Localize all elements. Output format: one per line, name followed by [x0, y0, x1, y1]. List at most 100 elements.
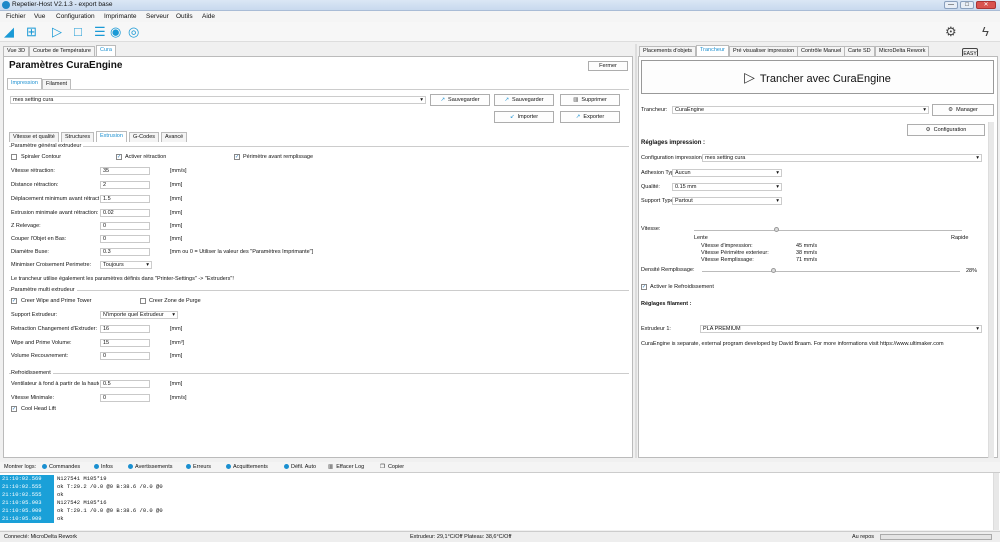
- tab-impression[interactable]: Impression: [7, 78, 42, 89]
- maximize-button[interactable]: □: [960, 1, 974, 9]
- menu-imprimante[interactable]: Imprimante: [104, 13, 137, 20]
- extruder-filament-select[interactable]: PLA PREMIUM: [700, 325, 982, 333]
- minimize-button[interactable]: —: [944, 1, 958, 9]
- stop-icon[interactable]: □: [74, 25, 82, 39]
- log-toolbar: Montrer logs: Commandes Infos Avertissem…: [0, 462, 1000, 472]
- log-filter-warnings[interactable]: Avertissements: [128, 464, 173, 470]
- tab-structures[interactable]: Structures: [61, 132, 95, 142]
- slicer-scrollbar[interactable]: [988, 122, 994, 458]
- cooling-checkbox[interactable]: ✓: [641, 284, 647, 290]
- copy-log-button[interactable]: ❐ Copier: [380, 464, 404, 470]
- log-timestamp: 21:10:05.903: [0, 499, 54, 507]
- log-filter-infos[interactable]: Infos: [94, 464, 113, 470]
- wipe-tower-label: Creer Wipe and Prime Tower: [21, 298, 92, 304]
- unit-label: [mm]: [170, 223, 183, 229]
- tab-temperature[interactable]: Courbe de Température: [29, 46, 95, 56]
- log-list-icon[interactable]: ☰: [94, 25, 106, 39]
- slicer-select[interactable]: CuraEngine: [672, 106, 929, 114]
- manager-button[interactable]: ⚙ Manager: [932, 104, 994, 116]
- print-config-select[interactable]: mes setting cura: [702, 154, 982, 162]
- nozzle-diameter-input[interactable]: 0.3: [100, 248, 150, 256]
- tab-object-placement[interactable]: Placements d'objets: [639, 46, 697, 56]
- z-hop-input[interactable]: 0: [100, 222, 150, 230]
- quality-select[interactable]: 0.15 mm: [672, 183, 782, 191]
- speed-stat-label: Vitesse d'impression:: [701, 243, 753, 249]
- clear-log-button[interactable]: ▥ Effacer Log: [328, 464, 364, 470]
- log-filter-commands[interactable]: Commandes: [42, 464, 80, 470]
- configuration-button[interactable]: ⚙ Configuration: [907, 124, 985, 136]
- min-travel-input[interactable]: 1.5: [100, 195, 150, 203]
- tab-vue3d[interactable]: Vue 3D: [3, 46, 30, 56]
- adhesion-select[interactable]: Aucun: [672, 169, 782, 177]
- tab-printer-name[interactable]: MicroDelta Rework: [875, 46, 930, 56]
- retraction-speed-input[interactable]: 35: [100, 167, 150, 175]
- profile-select[interactable]: mes setting cura: [10, 96, 426, 104]
- slice-button[interactable]: ▷ Trancher avec CuraEngine: [641, 60, 994, 94]
- preview-eye-icon[interactable]: ◎: [128, 25, 139, 39]
- support-type-select[interactable]: Partout: [672, 197, 782, 205]
- menu-vue[interactable]: Vue: [34, 13, 45, 20]
- support-extruder-select[interactable]: N'importe quel Extrudeur: [100, 311, 178, 319]
- log-row: 21:10:02.555 ok: [0, 491, 990, 499]
- spiral-checkbox[interactable]: [11, 154, 17, 160]
- min-speed-input[interactable]: 0: [100, 394, 150, 402]
- comb-select[interactable]: Toujours: [100, 261, 152, 269]
- unit-label: [mm/s]: [170, 168, 187, 174]
- gear-icon[interactable]: ⚙: [945, 25, 957, 39]
- density-slider[interactable]: [702, 271, 960, 272]
- log-scrollbar[interactable]: [993, 473, 999, 530]
- overlap-volume-input[interactable]: 0: [100, 352, 150, 360]
- density-value: 28%: [966, 268, 978, 274]
- tab-sd-card[interactable]: Carte SD: [844, 46, 875, 56]
- wipe-volume-input[interactable]: 15: [100, 339, 150, 347]
- log-filter-acks[interactable]: Acquittements: [226, 464, 268, 470]
- retraction-distance-input[interactable]: 2: [100, 181, 150, 189]
- lightning-icon[interactable]: ϟ: [982, 25, 989, 39]
- perimeter-checkbox[interactable]: ✓: [234, 154, 240, 160]
- tab-cura[interactable]: Cura: [96, 45, 116, 56]
- extruder-switch-retraction-input[interactable]: 16: [100, 325, 150, 333]
- connect-icon[interactable]: ◢: [4, 25, 14, 39]
- speed-slider[interactable]: [694, 230, 962, 231]
- section-line: [9, 373, 629, 374]
- tab-manual-control[interactable]: Contrôle Manuel: [797, 46, 846, 56]
- save-as-button[interactable]: ↗ Sauvegarder: [430, 94, 490, 106]
- run-job-icon[interactable]: ▷: [52, 25, 62, 39]
- tab-avance[interactable]: Avancé: [161, 132, 188, 142]
- menu-fichier[interactable]: Fichier: [6, 13, 26, 20]
- load-file-icon[interactable]: ⊞: [26, 25, 37, 39]
- tab-gcodes[interactable]: G-Codes: [129, 132, 160, 142]
- cool-head-lift-checkbox[interactable]: ✓: [11, 406, 17, 412]
- tab-extrusion[interactable]: Extrusion: [96, 131, 127, 142]
- tab-print-preview[interactable]: Pré visualiser impression: [729, 46, 799, 56]
- field-label: Support Extrudeur:: [11, 312, 58, 318]
- eye-icon[interactable]: ◉: [110, 25, 121, 39]
- tab-slicer[interactable]: Trancheur: [696, 45, 729, 56]
- min-extrusion-input[interactable]: 0.02: [100, 209, 150, 217]
- splitter[interactable]: [635, 44, 637, 458]
- menu-outils[interactable]: Outils: [176, 13, 193, 20]
- fan-full-height-input[interactable]: 0.5: [100, 380, 150, 388]
- field-label: Distance rétraction:: [11, 182, 59, 188]
- close-button[interactable]: Fermer: [588, 61, 628, 71]
- log-autoscroll[interactable]: Défil. Auto: [284, 464, 316, 470]
- tab-filament[interactable]: Filament: [42, 79, 72, 89]
- cut-object-input[interactable]: 0: [100, 235, 150, 243]
- log-filter-errors[interactable]: Erreurs: [186, 464, 211, 470]
- retraction-checkbox[interactable]: ✓: [116, 154, 122, 160]
- radio-icon: [94, 464, 99, 470]
- wipe-tower-checkbox[interactable]: ✓: [11, 298, 17, 304]
- export-button[interactable]: ↗ Exporter: [560, 111, 620, 123]
- menu-configuration[interactable]: Configuration: [56, 13, 95, 20]
- unit-label: [mm]: [170, 381, 183, 387]
- import-button[interactable]: ↙ Importer: [494, 111, 554, 123]
- purge-checkbox[interactable]: [140, 298, 146, 304]
- log-message: ok T:29.2 /0.0 @0 B:38.6 /0.0 @0: [57, 483, 163, 490]
- close-window-button[interactable]: ✕: [976, 1, 996, 9]
- save-button[interactable]: ↗ Sauvegarder: [494, 94, 554, 106]
- menu-serveur[interactable]: Serveur: [146, 13, 169, 20]
- tab-vitesse-qualite[interactable]: Vitesse et qualité: [9, 132, 59, 142]
- field-label: Diamètre Buse:: [11, 249, 49, 255]
- menu-aide[interactable]: Aide: [202, 13, 215, 20]
- delete-button[interactable]: ▥ Supprimer: [560, 94, 620, 106]
